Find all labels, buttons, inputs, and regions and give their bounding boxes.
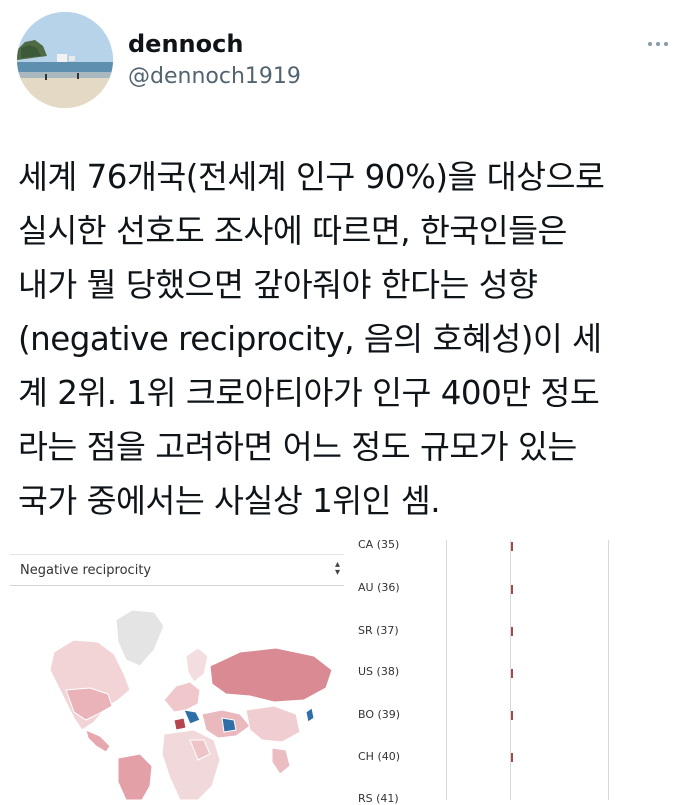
- tweet-line: 국가 중에서는 사실상 1위인 셈.: [18, 482, 441, 520]
- more-horizontal-icon: [648, 42, 668, 46]
- metric-select[interactable]: Negative reciprocity ▴ ▾: [10, 554, 344, 586]
- display-name[interactable]: dennoch: [128, 30, 243, 58]
- metric-select-value: Negative reciprocity: [20, 563, 152, 578]
- value-marker: [511, 627, 513, 636]
- select-updown-icon: ▴ ▾: [334, 559, 340, 578]
- country-rank-labels: CA (35) AU (36) SR (37) US (38) BO (39) …: [358, 530, 418, 805]
- country-label: BO (39): [358, 708, 401, 721]
- country-label: RS (41): [358, 792, 399, 805]
- value-marker: [511, 585, 513, 594]
- value-marker: [511, 753, 513, 762]
- tweet-line: (negative reciprocity, 음의 호혜성)이 세: [18, 320, 602, 358]
- tweet-line: 내가 뭘 당했으면 갚아줘야 한다는 성향: [18, 266, 538, 304]
- avatar[interactable]: [17, 12, 113, 108]
- country-label: CA (35): [358, 538, 400, 551]
- user-handle[interactable]: @dennoch1919: [128, 64, 301, 89]
- value-marker: [511, 669, 513, 678]
- country-label: US (38): [358, 665, 400, 678]
- more-options-button[interactable]: [642, 34, 674, 54]
- tweet-line: 세계 76개국(전세계 인구 90%)을 대상으로: [18, 158, 605, 196]
- world-map: [14, 590, 344, 801]
- country-label: SR (37): [358, 624, 399, 637]
- country-label: AU (36): [358, 581, 400, 594]
- country-bars: [440, 530, 684, 800]
- avatar-beach-image: [17, 12, 113, 108]
- gridline: [446, 540, 447, 800]
- country-label: CH (40): [358, 750, 401, 763]
- tweet-line: 계 2위. 1위 크로아티아가 인구 400만 정도: [18, 374, 600, 412]
- tweet-line: 실시한 선호도 조사에 따르면, 한국인들은: [18, 212, 567, 250]
- value-marker: [511, 542, 513, 551]
- tweet-text: 세계 76개국(전세계 인구 90%)을 대상으로 실시한 선호도 조사에 따르…: [18, 150, 670, 528]
- gridline: [608, 540, 609, 800]
- tweet-line: 라는 점을 고려하면 어느 정도 규모가 있는: [18, 428, 577, 466]
- value-marker: [511, 711, 513, 720]
